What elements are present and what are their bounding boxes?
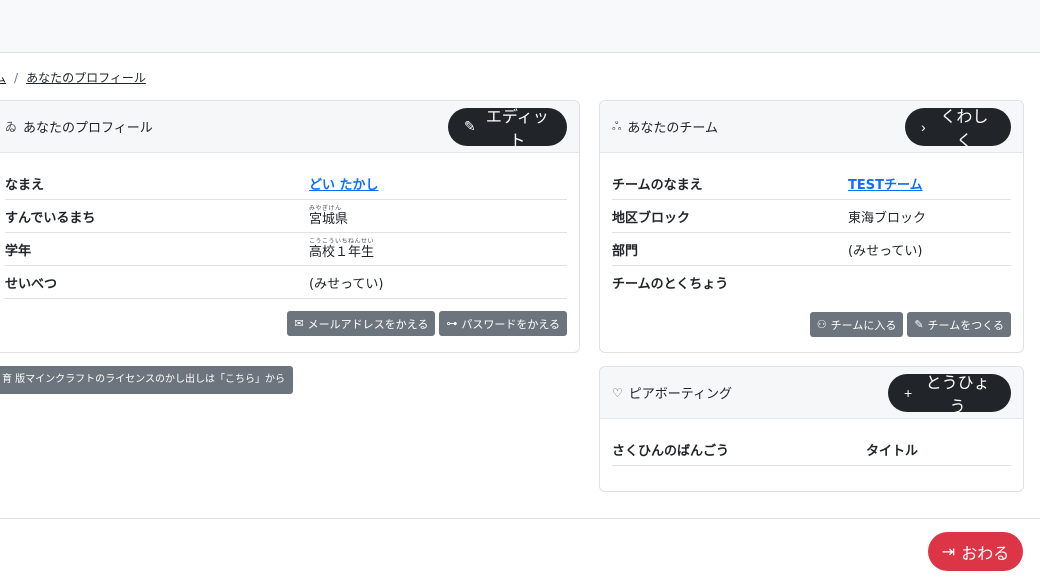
town-value: みやぎけん 宮城県 — [309, 206, 349, 227]
user-icon: ゐ — [5, 120, 18, 134]
profile-rows: なまえ どい たかし すんでいるまち みやぎけん 宮城県 学年 こうこういちねん… — [0, 153, 579, 299]
vote-button-label: とうひょう — [925, 374, 990, 416]
team-name-label: チームのなまえ — [612, 177, 703, 193]
team-row-name: チームのなまえ TESTチーム — [612, 167, 1011, 200]
feature-label: チームのとくちょう — [612, 277, 729, 292]
edit-button[interactable]: ✎ エディット — [448, 107, 567, 150]
team-rows: チームのなまえ TESTチーム 地区ブロック 東海ブロック 部門 (みせってい)… — [600, 153, 1023, 299]
create-team-label: チームをつくる — [927, 318, 1004, 332]
breadcrumb-home-link[interactable]: ム — [0, 69, 6, 86]
division-value: (みせってい) — [848, 243, 923, 259]
voting-title-text: ピアボーティング — [628, 387, 732, 402]
team-row-block: 地区ブロック 東海ブロック — [612, 200, 1011, 233]
division-label: 部門 — [612, 243, 639, 259]
sign-out-icon: ⇥ — [941, 542, 956, 561]
voting-table-header: さくひんのばんごう タイトル — [612, 433, 1011, 466]
team-row-feature: チームのとくちょう — [612, 266, 1011, 299]
team-title-text: あなたのチーム — [627, 121, 719, 136]
bottom-footer — [0, 518, 1040, 588]
profile-card: ゐ あなたのプロフィール ✎ エディット なまえ どい たかし すんでいるまち … — [0, 100, 580, 353]
grade-label: 学年 — [5, 243, 32, 259]
peer-voting-card: ♡ ピアボーティング + とうひょう さくひんのばんごう タイトル — [599, 366, 1024, 492]
change-password-label: パスワードをかえる — [461, 317, 560, 331]
create-team-button[interactable]: ✎ チームをつくる — [907, 312, 1011, 337]
top-navbar — [0, 0, 1040, 53]
profile-row-gender: せいべつ (みせってい) — [5, 266, 567, 299]
gender-label: せいべつ — [5, 276, 58, 292]
gender-value: (みせってい) — [309, 276, 384, 292]
breadcrumb: ム / あなたのプロフィール — [0, 69, 146, 86]
team-name-link[interactable]: TESTチーム — [848, 174, 923, 193]
join-team-button[interactable]: ⚇ チームに入る — [809, 312, 904, 337]
key-icon: ⊶ — [446, 317, 458, 330]
edit-button-label: エディット — [485, 108, 549, 150]
name-value-link[interactable]: どい たかし — [309, 174, 379, 193]
name-label: なまえ — [5, 177, 45, 193]
plus-icon: + — [904, 384, 913, 401]
users-icon: ⚇ — [816, 318, 827, 331]
team-card: ஃ あなたのチーム › くわしく チームのなまえ TESTチーム 地区ブロック … — [599, 100, 1024, 353]
col-number-header: さくひんのばんごう — [612, 443, 730, 459]
heart-icon: ♡ — [612, 385, 623, 400]
grade-value: こうこういちねんせい 高校１年生 — [309, 239, 375, 260]
pencil-icon: ✎ — [914, 318, 924, 331]
vote-button[interactable]: + とうひょう — [888, 373, 1011, 416]
change-email-label: メールアドレスをかえる — [307, 317, 429, 331]
change-email-button[interactable]: ✉ メールアドレスをかえる — [287, 311, 436, 336]
town-label: すんでいるまち — [5, 210, 96, 226]
voting-table: さくひんのばんごう タイトル — [600, 419, 1023, 466]
pencil-icon: ✎ — [464, 118, 476, 134]
team-card-header: ஃ あなたのチーム › くわしく — [600, 101, 1023, 153]
quit-button-label: おわる — [961, 543, 1010, 563]
sitemap-icon: ஃ — [612, 118, 622, 133]
profile-card-header: ゐ あなたのプロフィール ✎ エディット — [0, 101, 579, 153]
voting-card-header: ♡ ピアボーティング + とうひょう — [600, 367, 1023, 419]
profile-card-title: ゐ あなたのプロフィール — [5, 117, 153, 136]
license-ruby-block: 育 版マインクラフトのライセンスのかし出しは「こちら」から — [2, 375, 285, 385]
voting-card-title: ♡ ピアボーティング — [612, 383, 732, 403]
grade-text: 高校１年生 — [309, 245, 375, 260]
change-password-button[interactable]: ⊶ パスワードをかえる — [439, 311, 567, 336]
license-button[interactable]: 育 版マインクラフトのライセンスのかし出しは「こちら」から — [0, 366, 293, 394]
breadcrumb-current[interactable]: あなたのプロフィール — [26, 69, 146, 86]
license-label: 育 版マインクラフトのライセンスのかし出しは「こちら」から — [2, 374, 285, 385]
profile-row-grade: 学年 こうこういちねんせい 高校１年生 — [5, 233, 567, 266]
team-card-title: ஃ あなたのチーム — [612, 117, 719, 137]
col-title-header: タイトル — [866, 443, 919, 459]
team-details-button[interactable]: › くわしく — [905, 107, 1011, 150]
team-row-division: 部門 (みせってい) — [612, 233, 1011, 266]
profile-row-town: すんでいるまち みやぎけん 宮城県 — [5, 200, 567, 233]
chevron-right-icon: › — [921, 118, 926, 135]
profile-title-text: あなたのプロフィール — [23, 121, 153, 136]
town-text: 宮城県 — [309, 212, 349, 227]
profile-row-name: なまえ どい たかし — [5, 167, 567, 200]
envelope-icon: ✉ — [294, 317, 304, 330]
breadcrumb-separator: / — [14, 70, 19, 85]
block-value: 東海ブロック — [848, 210, 927, 226]
join-team-label: チームに入る — [830, 318, 897, 332]
block-label: 地区ブロック — [612, 210, 691, 226]
team-details-label: くわしく — [940, 108, 989, 150]
team-actions: ⚇ チームに入る ✎ チームをつくる — [600, 299, 1023, 352]
profile-actions: ✉ メールアドレスをかえる ⊶ パスワードをかえる — [0, 299, 579, 352]
quit-button[interactable]: ⇥ おわる — [928, 532, 1023, 571]
